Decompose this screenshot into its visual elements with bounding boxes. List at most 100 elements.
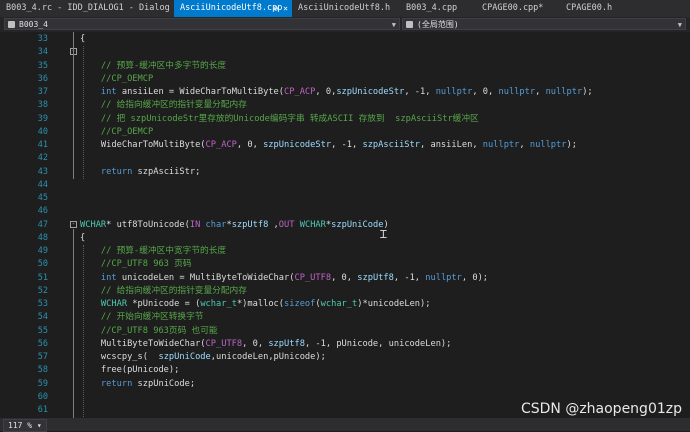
- line-number: 60: [37, 391, 48, 402]
- code-text: // 给指向缓冲区的指针变量分配内存: [80, 99, 247, 112]
- code-text: WCHAR *pUnicode = (wchar_t*)malloc(sizeo…: [80, 298, 431, 311]
- fold-toggle-icon[interactable]: -: [70, 220, 77, 228]
- code-token: , 0,: [331, 272, 358, 283]
- fold-region-line: [73, 228, 74, 418]
- code-text: // 预算-缓冲区中宽字节的长度: [80, 245, 226, 258]
- code-line[interactable]: 39 // 把 szpUnicodeStr里存放的Unicode编码字串 转成A…: [0, 113, 690, 126]
- code-line[interactable]: 43 return szpAsciiStr;: [0, 166, 690, 179]
- code-token: //CP_OEMCP: [80, 73, 154, 84]
- pin-icon[interactable]: ⊕: [274, 4, 279, 13]
- code-line[interactable]: 59 return szpUniCode;: [0, 378, 690, 391]
- line-number: 53: [37, 299, 48, 309]
- code-token: szpUnicodeStr: [336, 87, 405, 97]
- line-number: 45: [37, 193, 48, 203]
- code-line[interactable]: 44: [0, 179, 690, 192]
- code-token: return: [100, 166, 133, 177]
- code-token: CP_ACP: [205, 140, 237, 150]
- code-token: *)malloc(: [236, 299, 285, 309]
- tab-label: CPAGE00.h: [566, 3, 613, 13]
- code-token: *pUnicode = (: [127, 299, 201, 309]
- code-token: {: [80, 232, 86, 243]
- code-line[interactable]: 51 int unicodeLen = MultiByteToWideChar(…: [0, 272, 690, 285]
- line-number: 35: [37, 60, 48, 71]
- code-text: // 预算-缓冲区中多字节的长度: [80, 60, 226, 73]
- tab-b003-rc-dialog[interactable]: B003_4.rc - IDD_DIALOG1 - Dialog: [0, 0, 172, 17]
- code-line[interactable]: 48 {: [0, 232, 690, 245]
- code-text: wcscpy_s( szpUniCode,unicodeLen,pUnicode…: [80, 351, 326, 364]
- tab-cpage00-cpp[interactable]: CPAGE00.cpp*: [476, 0, 560, 17]
- code-token: unicodeLen = MultiByteToWideChar(: [116, 272, 295, 283]
- tab-cpage00-h[interactable]: CPAGE00.h: [560, 0, 634, 17]
- code-token: WCHAR: [299, 219, 326, 230]
- code-line[interactable]: 41 WideCharToMultiByte(CP_ACP, 0, szpUni…: [0, 139, 690, 152]
- line-number: 54: [37, 312, 48, 323]
- line-number: 56: [37, 338, 48, 349]
- code-token: , ansiiLen,: [420, 140, 483, 150]
- tab-b003-cpp[interactable]: B003_4.cpp: [400, 0, 472, 17]
- scope-dropdown[interactable]: (全局范围) ▼: [402, 18, 686, 30]
- tab-asciiunicodeutf8-cpp[interactable]: AsciiUnicodeUtf8.cpp ⊕ ×: [174, 0, 292, 17]
- code-token: CP_UTF8: [294, 272, 332, 283]
- code-token: , 0,: [242, 338, 269, 349]
- code-line[interactable]: 49 // 预算-缓冲区中宽字节的长度: [0, 245, 690, 258]
- zoom-level[interactable]: 117 % ▾: [3, 419, 47, 432]
- code-text: // 开始向缓冲区转换字节: [80, 311, 204, 324]
- code-token: int: [100, 272, 117, 283]
- line-number: 41: [37, 140, 48, 150]
- code-line[interactable]: 33 {: [0, 33, 690, 46]
- code-token: return: [100, 378, 133, 389]
- line-number: 50: [37, 259, 48, 270]
- line-number: 43: [37, 166, 48, 177]
- code-line[interactable]: 54 // 开始向缓冲区转换字节: [0, 311, 690, 324]
- tab-asciiunicodeutf8-h[interactable]: AsciiUnicodeUtf8.h: [292, 0, 400, 17]
- chevron-down-icon: ▼: [677, 21, 682, 29]
- code-token: CP_UTF8: [205, 338, 243, 349]
- code-text: //CP_OEMCP: [80, 126, 153, 139]
- line-number: 51: [37, 272, 48, 283]
- line-number: 58: [37, 365, 48, 376]
- code-line[interactable]: 40 //CP_OEMCP: [0, 126, 690, 139]
- code-line[interactable]: 47 - WCHAR* utf8ToUnicode(IN char*szpUtf8 …: [0, 219, 690, 232]
- code-token: ,unicodeLen,pUnicode);: [210, 352, 326, 362]
- code-line[interactable]: 46: [0, 205, 690, 218]
- indent-guide: [83, 46, 84, 179]
- code-line[interactable]: 42: [0, 152, 690, 165]
- line-number: 34: [37, 47, 48, 58]
- tab-label: B003_4.rc - IDD_DIALOG1 - Dialog: [6, 3, 170, 13]
- code-line[interactable]: 38 // 给指向缓冲区的指针变量分配内存: [0, 99, 690, 112]
- text-cursor-icon: Ꮖ: [380, 228, 388, 241]
- code-token: // 给指向缓冲区的指针变量分配内存: [80, 100, 247, 111]
- tab-label: AsciiUnicodeUtf8.cpp: [180, 3, 283, 13]
- code-text: //CP_UTF8 963 页码: [80, 258, 192, 271]
- navigation-bar: B003_4 ▼ (全局范围) ▼: [0, 17, 690, 32]
- fold-region-line: [73, 32, 74, 179]
- code-line[interactable]: 52 // 给指向缓冲区的指针变量分配内存: [0, 285, 690, 298]
- code-token: );: [566, 140, 577, 150]
- code-line[interactable]: 53 WCHAR *pUnicode = (wchar_t*)malloc(si…: [0, 298, 690, 311]
- code-line[interactable]: 36 //CP_OEMCP: [0, 73, 690, 86]
- code-token: WideCharToMultiByte(: [80, 140, 206, 150]
- code-line[interactable]: 55 //CP_UTF8 963页码 也可能: [0, 325, 690, 338]
- project-dropdown[interactable]: B003_4 ▼: [4, 18, 400, 30]
- code-token: nullptr: [498, 87, 536, 97]
- code-editor[interactable]: 33{34-35 // 预算-缓冲区中多字节的长度36 //CP_OEMCP37…: [0, 32, 690, 418]
- code-text: int ansiiLen = WideCharToMultiByte(CP_AC…: [80, 86, 593, 99]
- code-line[interactable]: 34-: [0, 46, 690, 59]
- code-line[interactable]: 37 int ansiiLen = WideCharToMultiByte(CP…: [0, 86, 690, 99]
- close-icon[interactable]: ×: [283, 4, 288, 13]
- code-token: OUT: [278, 219, 295, 230]
- code-line[interactable]: 50 //CP_UTF8 963 页码: [0, 258, 690, 271]
- code-token: //CP_UTF8 963 页码: [80, 259, 192, 270]
- code-token: , -1,: [393, 272, 426, 283]
- code-token: szpUnicodeStr: [263, 140, 332, 150]
- code-text: WCHAR* utf8ToUnicode(IN char*szpUtf8 ,OU…: [80, 219, 389, 232]
- code-line[interactable]: 58 free(pUnicode);: [0, 364, 690, 377]
- code-line[interactable]: 56 MultiByteToWideChar(CP_UTF8, 0, szpUt…: [0, 338, 690, 351]
- code-line[interactable]: 35 // 预算-缓冲区中多字节的长度: [0, 60, 690, 73]
- code-line[interactable]: 57 wcscpy_s( szpUniCode,unicodeLen,pUnic…: [0, 351, 690, 364]
- code-line[interactable]: 45: [0, 192, 690, 205]
- line-number: 33: [37, 34, 48, 44]
- line-number: 46: [37, 206, 48, 217]
- code-token: , -1,: [331, 140, 363, 150]
- line-number: 42: [37, 153, 48, 164]
